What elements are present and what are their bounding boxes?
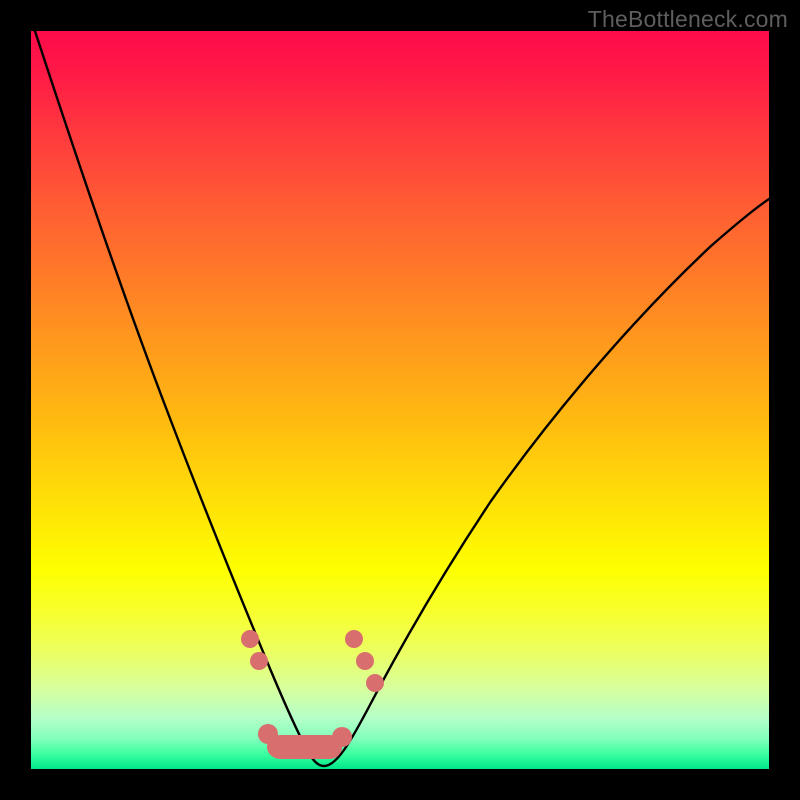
curve-layer [31, 31, 769, 769]
curve-marker [241, 630, 259, 648]
curve-marker [332, 727, 352, 747]
chart-frame: TheBottleneck.com [0, 0, 800, 800]
curve-marker [345, 630, 363, 648]
bottleneck-curve [33, 25, 769, 766]
curve-marker [356, 652, 374, 670]
curve-marker [366, 674, 384, 692]
plot-area [31, 31, 769, 769]
curve-marker [250, 652, 268, 670]
curve-marker [267, 736, 289, 758]
watermark-text: TheBottleneck.com [588, 6, 788, 33]
